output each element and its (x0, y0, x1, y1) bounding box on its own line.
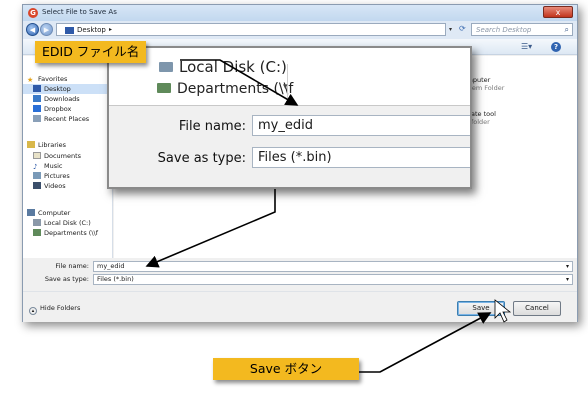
edid-filename-callout: EDID ファイル名 (35, 41, 147, 63)
cursor-icon (494, 299, 512, 323)
zoom-to-filename-arrow (145, 189, 276, 268)
edid-arrow (180, 59, 299, 106)
save-button-callout: Save ボタン (213, 358, 359, 380)
save-arrow (359, 312, 492, 373)
